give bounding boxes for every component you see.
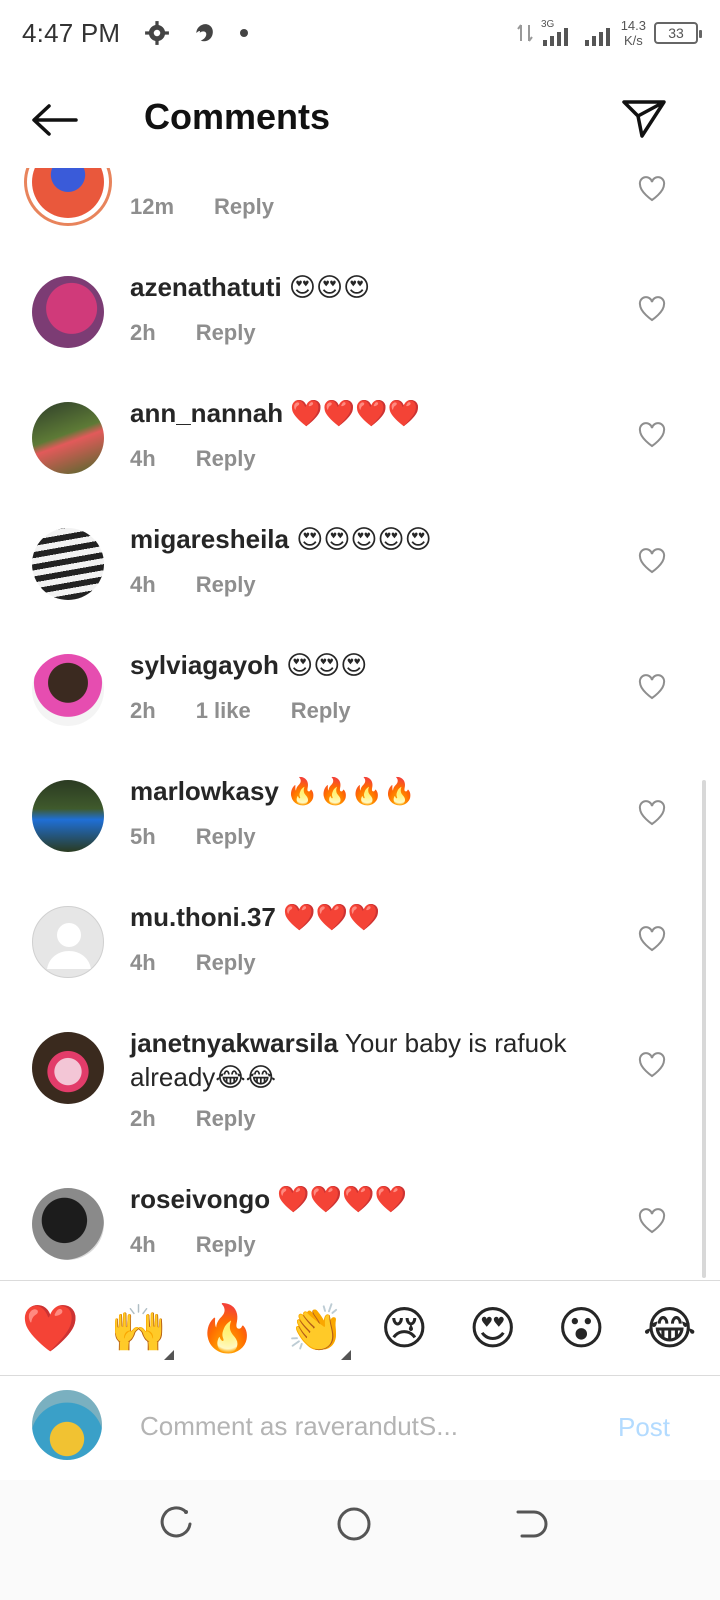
avatar[interactable] (32, 1188, 104, 1260)
arrow-left-icon (32, 104, 78, 136)
emoji-crying-button[interactable]: 😢 (373, 1302, 435, 1354)
raised-hands-emoji: 🙌 (110, 1302, 168, 1354)
reply-button[interactable]: Reply (196, 320, 256, 346)
emoji-heart-eyes-button[interactable]: 😍 (462, 1302, 524, 1354)
comment-list[interactable]: 12m Reply azenathatuti 😍😍😍 2h Reply ann_… (0, 168, 720, 1280)
net-speed-unit: K/s (623, 33, 643, 48)
comment-time: 4h (130, 446, 156, 471)
reply-button[interactable]: Reply (291, 698, 351, 724)
heart-outline-icon[interactable] (638, 926, 666, 952)
comment-text: 😍😍😍 (288, 272, 371, 302)
comment-username[interactable]: migaresheila (130, 524, 289, 554)
comment-time: 2h (130, 698, 156, 723)
comment-text: ❤️❤️❤️❤️ (290, 398, 420, 428)
back-nav-icon[interactable] (510, 1504, 550, 1544)
settings-gear-icon (145, 21, 170, 45)
clap-emoji: 👏 (287, 1302, 345, 1354)
comment-time: 4h (130, 1232, 156, 1257)
post-button[interactable]: Post (618, 1412, 670, 1443)
own-avatar[interactable] (32, 1390, 102, 1460)
heart-outline-icon[interactable] (638, 422, 666, 448)
emoji-raised-hands-button[interactable]: 🙌 (108, 1302, 174, 1360)
avatar[interactable] (32, 1032, 104, 1104)
comment-composer: Post (0, 1376, 720, 1480)
network-type-label: 3G (541, 19, 555, 30)
skin-tone-corner-icon (340, 1350, 351, 1360)
default-avatar-icon[interactable] (32, 906, 104, 978)
battery-icon: 33 (654, 22, 702, 44)
scrollbar[interactable] (702, 780, 706, 1278)
avatar[interactable] (32, 528, 104, 600)
avatar[interactable] (32, 654, 104, 726)
comment-input[interactable] (140, 1406, 580, 1446)
data-transfer-icon (516, 24, 533, 42)
battery-level: 33 (668, 25, 684, 41)
reply-button[interactable]: Reply (196, 572, 256, 598)
person-silhouette-icon (47, 923, 91, 969)
signal-bars-icon (584, 28, 610, 46)
comment-username[interactable]: mu.thoni.37 (130, 902, 276, 932)
comment-time: 4h (130, 572, 156, 597)
emoji-clap-button[interactable]: 👏 (285, 1302, 351, 1360)
heart-outline-icon[interactable] (638, 1208, 666, 1234)
comment-time: 2h (130, 320, 156, 345)
avatar[interactable] (32, 276, 104, 348)
comment-text: 😍😍😍😍😍 (296, 524, 432, 554)
status-time: 4:47 PM (22, 17, 121, 48)
emoji-surprised-button[interactable]: 😮 (550, 1302, 612, 1354)
page-title: Comments (144, 96, 331, 137)
net-speed-value: 14.3 (620, 18, 646, 33)
share-button[interactable] (620, 94, 668, 142)
avatar[interactable] (32, 780, 104, 852)
heart-outline-icon[interactable] (638, 296, 666, 322)
comment-username[interactable]: azenathatuti (130, 272, 282, 302)
reply-button[interactable]: Reply (214, 194, 274, 220)
emoji-heart-button[interactable]: ❤️ (19, 1302, 81, 1354)
back-button[interactable] (28, 98, 80, 142)
emoji-quick-bar: ❤️ 🙌 🔥 👏 😢 😍 😮 😂 (0, 1280, 720, 1376)
comment-username[interactable]: marlowkasy (130, 776, 279, 806)
comment-time: 4h (130, 950, 156, 975)
comment-text: 🔥🔥🔥🔥 (286, 776, 416, 806)
emoji-fire-button[interactable]: 🔥 (196, 1302, 258, 1354)
comment-text: ❤️❤️❤️ (283, 902, 381, 932)
reply-button[interactable]: Reply (196, 1232, 256, 1258)
home-icon[interactable] (334, 1504, 374, 1544)
comment-time: 5h (130, 824, 156, 849)
comment-time: 12m (130, 194, 175, 219)
reply-button[interactable]: Reply (196, 950, 256, 976)
skin-tone-corner-icon (163, 1350, 174, 1360)
heart-outline-icon[interactable] (638, 800, 666, 826)
comment-text: ❤️❤️❤️❤️ (277, 1184, 407, 1214)
notification-dot (240, 29, 249, 37)
comment-time: 2h (130, 1106, 156, 1131)
heart-outline-icon[interactable] (638, 548, 666, 574)
heart-outline-icon[interactable] (638, 1052, 666, 1078)
reply-button[interactable]: Reply (196, 824, 256, 850)
status-bar: 4:47 PM 3G 14.3 K/s 33 (0, 0, 720, 66)
comment-username[interactable]: janetnyakwarsila (130, 1028, 338, 1058)
emoji-laughing-button[interactable]: 😂 (639, 1302, 701, 1354)
signal-3g-icon: 3G (541, 19, 568, 46)
net-speed: 14.3 K/s (621, 18, 646, 48)
heart-outline-icon[interactable] (638, 674, 666, 700)
like-count[interactable]: 1 like (196, 698, 251, 724)
recent-apps-icon[interactable] (156, 1504, 196, 1544)
reply-button[interactable]: Reply (196, 446, 256, 472)
header: Comments (0, 70, 720, 168)
heart-outline-icon[interactable] (638, 176, 666, 202)
paper-plane-icon (622, 100, 666, 138)
shield-app-icon (196, 24, 214, 42)
comment-text: 😍😍😍 (286, 650, 368, 680)
comment-username[interactable]: sylviagayoh (130, 650, 279, 680)
comment-username[interactable]: ann_nannah (130, 398, 283, 428)
reply-button[interactable]: Reply (196, 1106, 256, 1132)
comment-username[interactable]: roseivongo (130, 1184, 270, 1214)
system-nav-bar (0, 1480, 720, 1600)
avatar[interactable] (32, 402, 104, 474)
